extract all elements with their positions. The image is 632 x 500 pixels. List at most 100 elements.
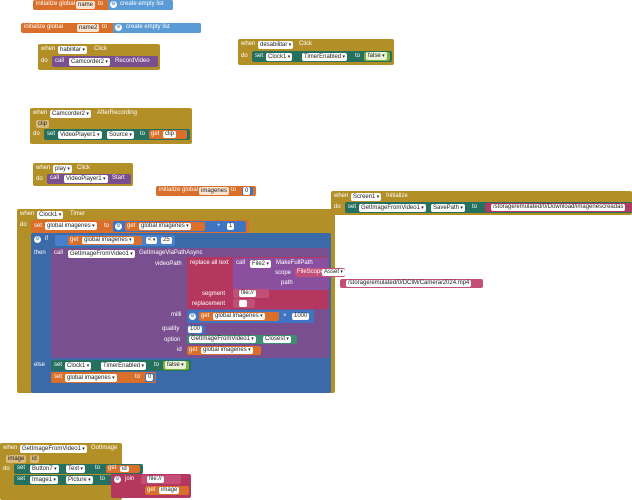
text-field[interactable] [239,300,247,307]
var-field[interactable]: image [159,487,180,494]
number-field[interactable]: 100 [188,326,203,333]
screen-initialize-event[interactable]: when Screen1 Initialize do set GetImageF… [331,191,632,215]
text-field[interactable]: /storage/emulated/0/Download/imagenescre… [491,204,626,211]
component-dropdown[interactable]: Camcorder2 [50,110,91,118]
number-block[interactable]: 100 [187,325,205,334]
compare-block[interactable]: get global imagenes < 25 [55,235,175,246]
component-dropdown[interactable]: Screen1 [351,193,382,201]
get-global-imagenes-block[interactable]: get global imagenes [199,312,279,321]
var-dropdown[interactable]: global imagenes [139,223,191,230]
var-dropdown[interactable]: global imagenes [213,313,265,320]
number-field[interactable]: 0 [243,187,251,195]
gear-icon[interactable]: ⚙ [114,476,121,483]
gear-icon[interactable]: ⚙ [115,24,122,31]
component-dropdown[interactable]: play [53,165,72,173]
option-block[interactable]: GetImageFromVideo1 Closest [187,335,297,344]
component-dropdown[interactable]: File2 [250,260,271,268]
text-videopath-block[interactable]: /storage/emulated/0/DCIM/Camera/2024.mp4 [340,279,483,288]
var-imagenes-field[interactable]: imagenes [199,187,230,195]
component-dropdown[interactable]: Clock1 [65,362,92,370]
component-dropdown[interactable]: GetImageFromVideo1 [359,204,426,212]
replace-all-text-block[interactable]: replace all text call File2 MakeFullPath… [187,257,345,309]
component-dropdown[interactable]: habilitar [58,46,87,54]
call-makefullpath-block[interactable]: call File2 MakeFullPath scope FileScope … [233,258,345,290]
false-block[interactable]: false [364,52,390,61]
component-dropdown[interactable]: Image1 [30,476,58,484]
var-dropdown[interactable]: global imagenes [82,237,134,244]
property-dropdown[interactable]: Picture [66,476,93,484]
component-dropdown[interactable]: desabilitar [258,41,294,49]
set-timerenabled-block[interactable]: set Clock1 TimerEnabled to false [51,360,191,371]
property-dropdown[interactable]: Text [66,465,85,473]
create-empty-list-block[interactable]: ⚙ create empty list [108,0,173,10]
component-dropdown[interactable]: Clock1 [266,53,293,61]
get-global-imagenes-block[interactable]: get global imagenes [125,222,205,231]
param-id[interactable]: id [30,455,39,463]
param-clip[interactable]: clip [36,120,50,128]
number-field[interactable]: 1 [227,223,235,230]
set-source-block[interactable]: set VideoPlayer1 Source to get clip [44,129,190,140]
gear-icon[interactable]: ⚙ [34,236,41,243]
component-dropdown[interactable]: VideoPlayer1 [58,131,102,139]
var-field[interactable]: id [120,466,129,472]
if-then-else-block[interactable]: ⚙ if get global imagenes < 25 then call … [31,233,345,393]
property-dropdown[interactable]: TimerEnabled [101,362,147,370]
component-dropdown[interactable]: GetImageFromVideo1 [20,445,87,453]
set-timerenabled-block[interactable]: set Clock1 set TimerEnabled to false [252,51,392,62]
number-field[interactable]: 0 [146,374,154,381]
text-savepath-block[interactable]: /storage/emulated/0/Download/imagenescre… [485,203,632,212]
filescope-block[interactable]: FileScope Asset [295,268,345,277]
boolean-dropdown[interactable]: false [366,52,387,60]
init-global-name2-block[interactable]: initialize global name2 to ⚙ create empt… [21,23,201,33]
init-global-imagenes-block[interactable]: initialize global imagenes to 0 [156,186,256,196]
text-videofile-block[interactable] [329,278,330,279]
call-recordvideo-block[interactable]: call Camcorder2 RecordVideo [52,56,158,67]
get-image-block[interactable]: get image [145,486,189,495]
text-field[interactable]: /storage/emulated/0/DCIM/Camera/2024.mp4 [346,280,472,287]
var-dropdown[interactable]: global imagenes [65,374,117,382]
clock-timer-event[interactable]: when Clock1 Timer do set global imagenes… [17,209,345,393]
text-field[interactable]: file:// [239,290,256,297]
join-block[interactable]: ⚙ join file:// get image [111,474,191,498]
option-dropdown[interactable]: Closest [263,336,291,343]
number-block[interactable]: 0 [145,373,155,382]
set-image-picture-block[interactable]: set Image1 Picture to [14,475,114,485]
create-empty-list-block[interactable]: ⚙ create empty list [113,23,201,33]
number-field[interactable]: 1000 [292,313,310,320]
component-dropdown[interactable]: Button7 [30,465,59,473]
desabilitar-click-event[interactable]: when desabilitar Click do set Clock1 set… [238,39,394,65]
add-block[interactable]: ⚙ get global imagenes + 1 [113,221,246,232]
component-dropdown[interactable]: VideoPlayer1 [64,175,108,183]
var-dropdown[interactable]: global imagenes [45,222,97,230]
call-start-block[interactable]: call VideoPlayer1 Start [47,174,131,184]
operator-dropdown[interactable]: < [146,237,158,244]
param-image[interactable]: image [6,455,27,463]
call-getimageviapathasync-block[interactable]: call GetImageFromVideo1 GetImageViaPathA… [51,248,345,358]
var-name-field[interactable]: name [76,1,96,9]
get-id-block[interactable]: get id [106,465,140,473]
property-dropdown[interactable]: TimerEnabled [302,53,348,61]
afterrecording-event[interactable]: when Camcorder2 AfterRecording clip do s… [30,108,192,144]
set-savepath-block[interactable]: set GetImageFromVideo1 SavePath to /stor… [345,202,632,213]
get-global-imagenes-block[interactable]: get global imagenes [187,346,261,355]
gear-icon[interactable]: ⚙ [110,1,117,8]
number-block[interactable]: 0 [242,187,253,195]
var-field[interactable]: clip [163,131,177,138]
false-block[interactable]: false [163,361,189,370]
init-global-name-block[interactable]: initialize global name to ⚙ create empty… [33,0,173,10]
var-dropdown[interactable]: global imagenes [201,347,253,354]
multiply-block[interactable]: ⚙ get global imagenes × 1000 [187,310,314,323]
text-field[interactable]: file:// [147,476,164,483]
text-replacement-block[interactable] [233,299,255,308]
text-segment-block[interactable]: file:// [233,289,269,298]
component-dropdown[interactable]: GetImageFromVideo1 [189,336,256,343]
text-file-block[interactable]: file:// [141,475,181,484]
set-global-imagenes-block[interactable]: set global imagenes to ⚙ get global imag… [31,220,249,233]
gear-icon[interactable]: ⚙ [189,313,196,320]
number-field[interactable]: 25 [161,237,172,244]
habilitar-click-event[interactable]: when habilitar Click do call Camcorder2 … [38,44,160,70]
component-dropdown[interactable]: GetImageFromVideo1 [68,250,135,258]
get-global-imagenes-block[interactable]: get global imagenes [68,236,142,245]
var-name2-field[interactable]: name2 [77,24,100,32]
component-dropdown[interactable]: Clock1 [37,211,64,219]
